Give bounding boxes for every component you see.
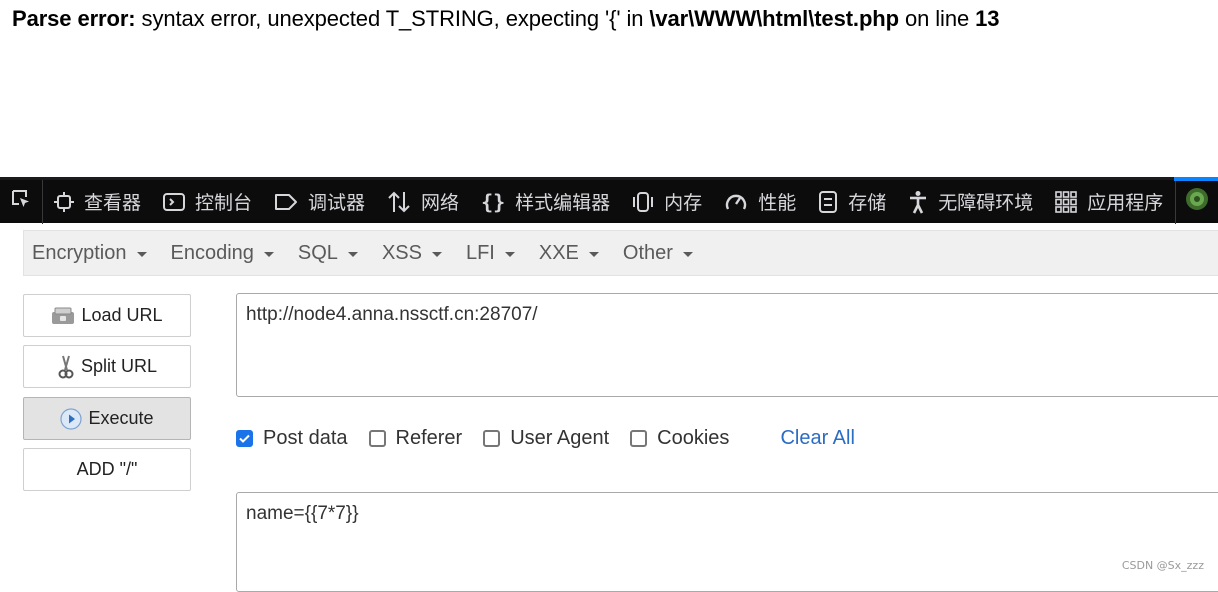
tab-label: 网络 xyxy=(421,192,460,214)
tab-label: 存储 xyxy=(848,192,887,214)
chevron-down-icon xyxy=(136,251,147,257)
chevron-down-icon xyxy=(347,251,358,257)
tab-label: 控制台 xyxy=(195,192,253,214)
button-label: Load URL xyxy=(81,305,163,325)
button-label: ADD "/" xyxy=(76,459,138,479)
tab-console[interactable]: 控制台 xyxy=(152,180,263,224)
tab-performance[interactable]: 性能 xyxy=(713,180,807,224)
checkbox-unchecked-icon xyxy=(483,429,501,447)
chevron-down-icon xyxy=(682,251,693,257)
button-label: Split URL xyxy=(80,356,158,376)
menu-label: Encryption xyxy=(32,241,127,264)
checkbox-checked-icon xyxy=(236,429,253,447)
scissors-icon xyxy=(57,354,75,380)
menu-label: Other xyxy=(622,241,673,264)
tab-label: 内存 xyxy=(664,192,703,214)
post-data-textarea[interactable]: name={{7*7}} xyxy=(236,492,1218,592)
play-icon xyxy=(60,407,83,430)
tab-application[interactable]: 应用程序 xyxy=(1044,180,1171,224)
tab-label: 无障碍环境 xyxy=(938,192,1034,214)
menu-label: LFI xyxy=(465,241,495,264)
error-on-line: on line xyxy=(898,6,976,31)
inspector-icon xyxy=(54,191,74,212)
tab-debugger[interactable]: 调试器 xyxy=(263,180,376,224)
devtools-toolbar: 查看器 控制台 调试器 网络 {} 样式编辑器 内存 性能 存储 无障碍环境 应… xyxy=(0,177,1218,224)
console-icon xyxy=(163,192,186,212)
tab-hackbar[interactable] xyxy=(1175,179,1218,224)
checkbox-label: User Agent xyxy=(510,426,610,449)
split-url-button[interactable]: Split URL xyxy=(23,345,191,388)
checkbox-label: Referer xyxy=(395,426,463,449)
memory-icon xyxy=(632,191,654,213)
checkbox-unchecked-icon xyxy=(368,429,386,447)
tab-label: 调试器 xyxy=(308,192,366,214)
menu-label: SQL xyxy=(297,241,338,264)
menu-sql[interactable]: SQL xyxy=(298,242,358,265)
tab-accessibility[interactable]: 无障碍环境 xyxy=(897,180,1044,224)
chevron-down-icon xyxy=(504,251,515,257)
watermark: CSDN @Sx_zzz xyxy=(1121,559,1204,572)
tab-label: 性能 xyxy=(758,192,797,214)
menu-label: XXE xyxy=(538,241,579,264)
hackbar-menu: Encryption Encoding SQL XSS LFI XXE Othe… xyxy=(23,230,1218,276)
tab-label: 查看器 xyxy=(84,192,142,214)
element-picker-button[interactable] xyxy=(0,179,43,224)
hackbar-icon xyxy=(1184,186,1210,217)
tab-label: 样式编辑器 xyxy=(515,192,611,214)
checkbox-unchecked-icon xyxy=(630,429,648,447)
menu-encryption[interactable]: Encryption xyxy=(32,242,147,265)
referer-checkbox[interactable]: Referer xyxy=(368,426,463,450)
post-data-value: name={{7*7}} xyxy=(246,503,359,524)
tab-inspector[interactable]: 查看器 xyxy=(43,180,152,224)
element-picker-icon xyxy=(10,188,32,215)
load-url-icon xyxy=(51,306,75,326)
php-error-message: Parse error: syntax error, unexpected T_… xyxy=(12,6,1000,32)
checkbox-label: Cookies xyxy=(657,426,730,449)
chevron-down-icon xyxy=(263,251,274,257)
active-tab-indicator xyxy=(1174,177,1218,181)
network-icon xyxy=(387,191,411,213)
request-options: Post data Referer User Agent Cookies Cle… xyxy=(236,424,855,452)
chevron-down-icon xyxy=(588,251,599,257)
execute-button[interactable]: Execute xyxy=(23,397,191,440)
menu-xss[interactable]: XSS xyxy=(382,242,442,265)
checkbox-label: Post data xyxy=(263,426,348,449)
tab-memory[interactable]: 内存 xyxy=(621,180,713,224)
menu-xxe[interactable]: XXE xyxy=(539,242,599,265)
application-icon xyxy=(1055,190,1078,213)
url-textarea[interactable]: http://node4.anna.nssctf.cn:28707/ xyxy=(236,293,1218,397)
error-file-path: \var\WWW\html\test.php xyxy=(649,6,899,31)
cookies-checkbox[interactable]: Cookies xyxy=(630,427,729,450)
add-slash-button[interactable]: ADD "/" xyxy=(23,448,191,491)
debugger-icon xyxy=(274,193,298,211)
storage-icon xyxy=(818,190,838,214)
menu-lfi[interactable]: LFI xyxy=(466,242,515,265)
tab-style-editor[interactable]: {} 样式编辑器 xyxy=(470,180,621,224)
accessibility-icon xyxy=(908,190,928,214)
load-url-button[interactable]: Load URL xyxy=(23,294,191,337)
error-prefix: Parse error: xyxy=(12,6,136,31)
user-agent-checkbox[interactable]: User Agent xyxy=(483,427,609,450)
error-line-number: 13 xyxy=(975,6,1000,31)
style-editor-icon: {} xyxy=(481,189,506,214)
tab-network[interactable]: 网络 xyxy=(376,180,470,224)
menu-label: XSS xyxy=(381,241,422,264)
menu-label: Encoding xyxy=(170,241,254,264)
tab-label: 应用程序 xyxy=(1087,192,1164,214)
post-data-checkbox[interactable]: Post data xyxy=(236,427,348,450)
clear-all-link[interactable]: Clear All xyxy=(780,427,854,450)
menu-encoding[interactable]: Encoding xyxy=(171,242,274,265)
menu-other[interactable]: Other xyxy=(623,242,693,265)
chevron-down-icon xyxy=(431,251,442,257)
performance-icon xyxy=(724,191,748,213)
tab-storage[interactable]: 存储 xyxy=(807,180,897,224)
button-label: Execute xyxy=(88,408,154,428)
url-value: http://node4.anna.nssctf.cn:28707/ xyxy=(246,304,538,325)
error-text: syntax error, unexpected T_STRING, expec… xyxy=(135,6,650,31)
